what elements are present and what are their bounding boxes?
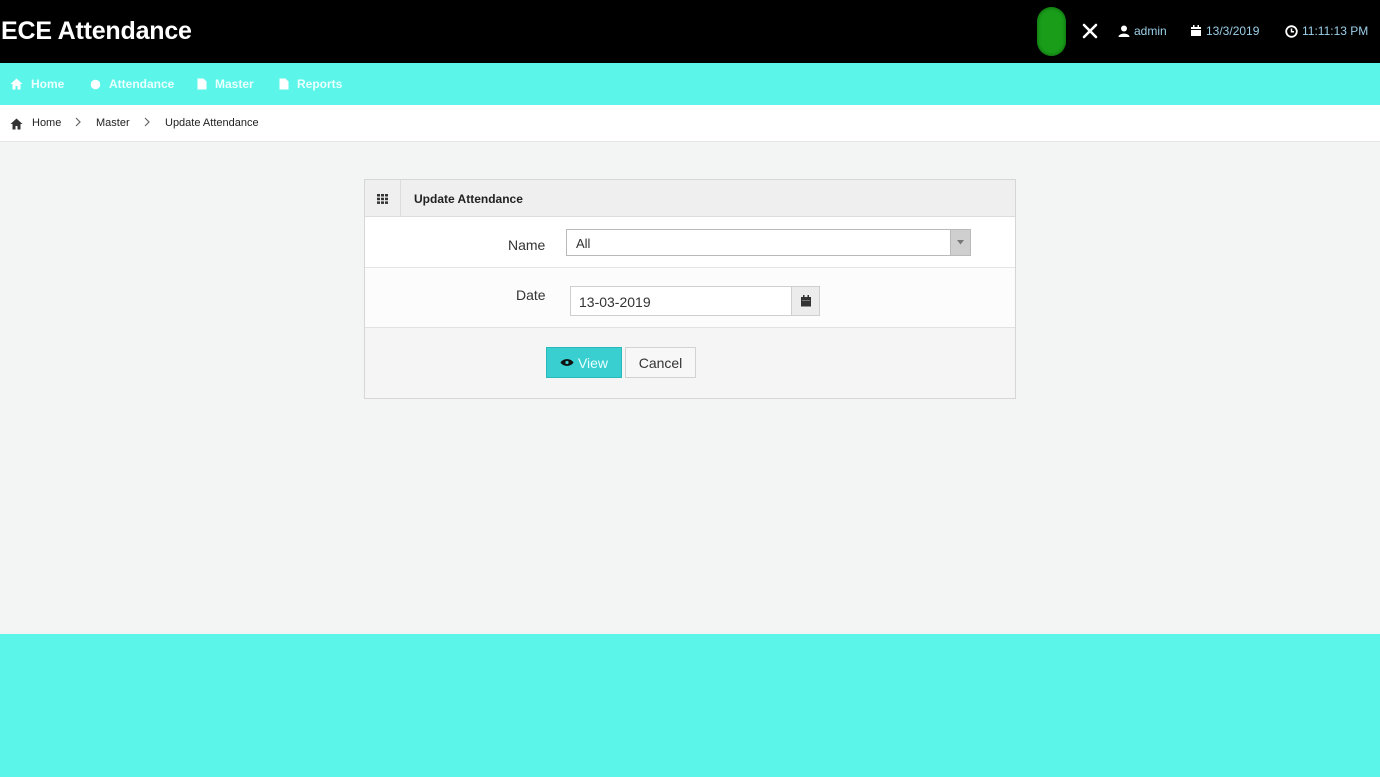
cancel-button-label: Cancel (638, 354, 683, 371)
chevron-down-icon (957, 240, 964, 245)
breadcrumb-current: Update Attendance (165, 117, 259, 129)
select-arrow[interactable] (950, 230, 970, 255)
name-label: Name (508, 237, 546, 253)
eye-icon (560, 359, 574, 366)
user-icon (1118, 25, 1130, 37)
date-label: Date (516, 287, 546, 303)
chevron-right-icon (75, 117, 81, 127)
date-row: Date 13-03-2019 (365, 268, 1015, 328)
breadcrumb-master[interactable]: Master (96, 117, 130, 129)
name-select-value: All (576, 236, 591, 251)
user-menu[interactable]: admin (1118, 22, 1167, 40)
date-input-value: 13-03-2019 (579, 294, 651, 310)
nav-home[interactable]: Home (10, 63, 64, 105)
status-indicator (1037, 7, 1066, 56)
nav-reports[interactable]: Reports (279, 63, 342, 105)
circle-icon (90, 79, 101, 89)
home-icon (10, 78, 23, 90)
nav-master-label: Master (215, 77, 254, 91)
breadcrumb: Home Master Update Attendance (0, 105, 1380, 142)
grid-icon (377, 194, 388, 204)
view-button-label: View (577, 354, 609, 371)
main-nav: Home Attendance Master Reports (0, 63, 1380, 105)
calendar-icon (801, 295, 811, 307)
file-icon (279, 78, 289, 90)
date-input[interactable]: 13-03-2019 (570, 286, 792, 316)
footer (0, 634, 1380, 777)
name-row: Name All (365, 217, 1015, 268)
update-attendance-panel: Update Attendance Name All Date 13-03-20… (364, 179, 1016, 399)
name-select[interactable]: All (566, 229, 971, 256)
nav-home-label: Home (31, 77, 65, 91)
file-icon (197, 78, 207, 90)
nav-attendance[interactable]: Attendance (90, 63, 174, 105)
nav-attendance-label: Attendance (109, 77, 175, 91)
breadcrumb-home[interactable]: Home (32, 117, 61, 129)
panel-title: Update Attendance (414, 192, 523, 206)
header-date: 13/3/2019 (1190, 22, 1259, 40)
date-text: 13/3/2019 (1206, 24, 1260, 38)
nav-master[interactable]: Master (197, 63, 254, 105)
time-text: 11:11:13 PM (1302, 24, 1369, 38)
nav-reports-label: Reports (297, 77, 343, 91)
cancel-button[interactable]: Cancel (625, 347, 696, 378)
actions-row: View Cancel (365, 328, 1015, 398)
user-name: admin (1134, 24, 1167, 38)
panel-header: Update Attendance (365, 180, 1015, 217)
home-icon[interactable] (10, 118, 23, 130)
date-picker-button[interactable] (791, 286, 820, 316)
app-title: ECE Attendance (1, 17, 192, 45)
clock-icon (1285, 24, 1298, 38)
calendar-icon (1191, 25, 1201, 36)
chevron-right-icon (144, 117, 150, 127)
view-button[interactable]: View (546, 347, 622, 378)
top-header: ECE Attendance admin 13/3/2019 11:11:13 … (0, 0, 1380, 63)
panel-header-icon-box (365, 180, 401, 216)
close-icon[interactable] (1079, 16, 1101, 44)
header-time: 11:11:13 PM (1285, 22, 1368, 40)
